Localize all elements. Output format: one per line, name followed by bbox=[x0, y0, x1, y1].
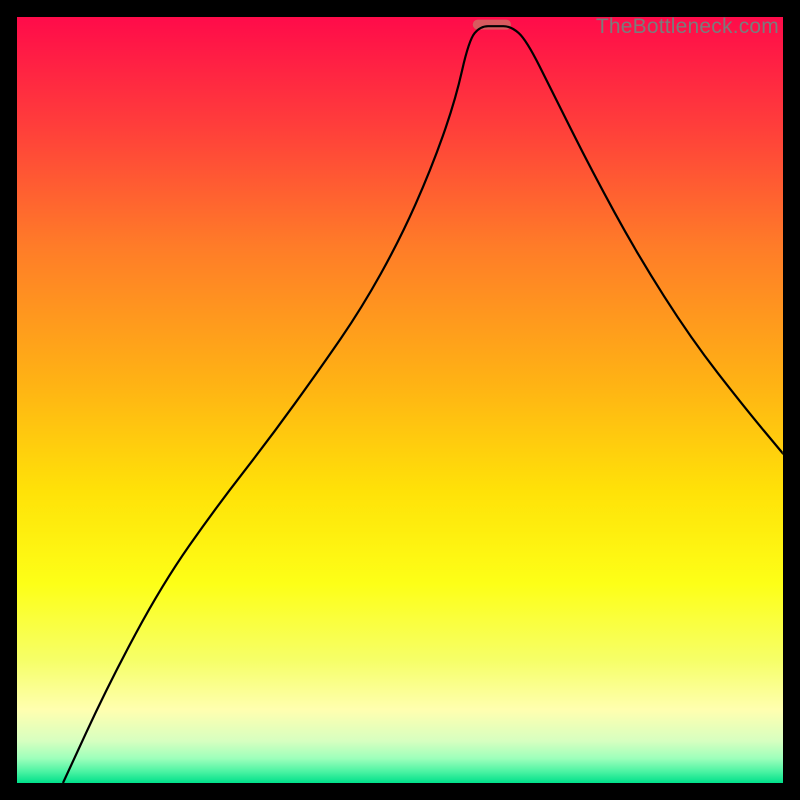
bottleneck-chart bbox=[17, 17, 783, 783]
watermark-text: TheBottleneck.com bbox=[596, 15, 779, 39]
chart-frame: TheBottleneck.com bbox=[17, 17, 783, 783]
gradient-background bbox=[17, 17, 783, 783]
